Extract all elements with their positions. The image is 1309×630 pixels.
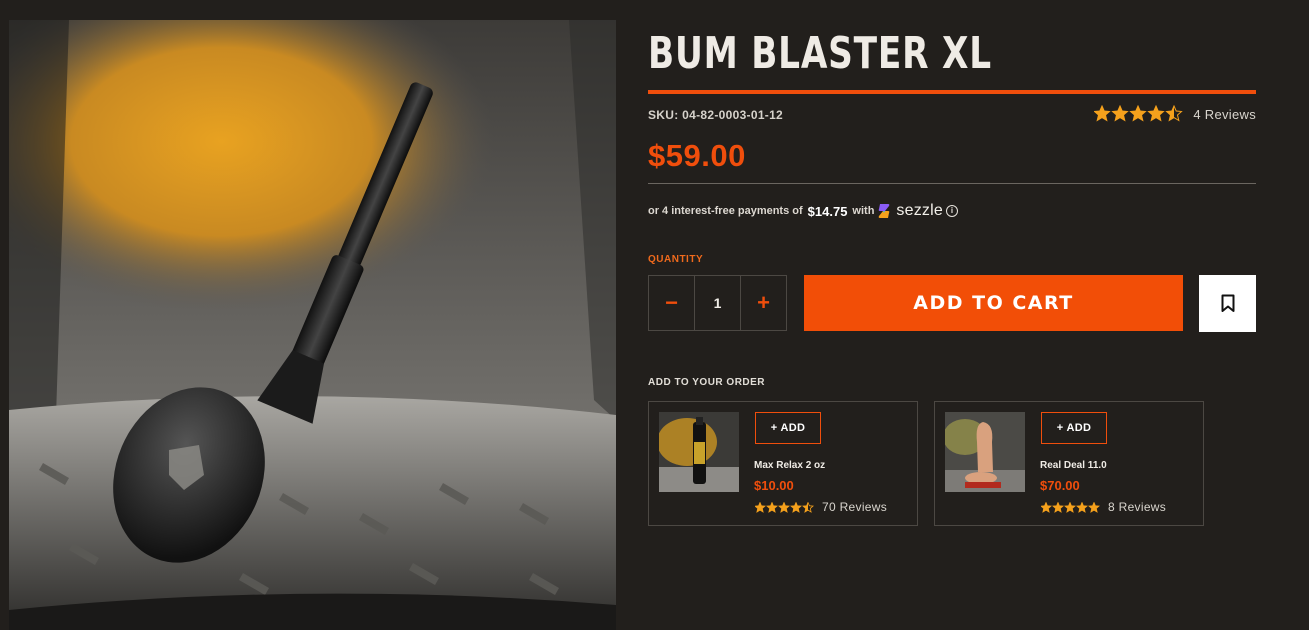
addon-card: + ADD Real Deal 11.0 $70.00 8 Reviews (934, 401, 1204, 526)
product-info: BUM BLASTER XL SKU: 04-82-0003-01-12 4 R… (648, 0, 1258, 630)
addon-product-image (945, 412, 1025, 492)
title-divider (648, 90, 1256, 94)
wishlist-button[interactable] (1199, 275, 1256, 332)
product-image[interactable] (9, 20, 616, 630)
add-to-cart-button[interactable]: ADD TO CART (804, 275, 1183, 331)
quantity-stepper: − 1 + (648, 275, 787, 331)
quantity-increase-button[interactable]: + (741, 276, 786, 330)
quantity-input[interactable]: 1 (694, 276, 741, 330)
addon-thumbnail[interactable] (945, 412, 1025, 492)
addon-add-button[interactable]: + ADD (1041, 412, 1107, 444)
sezzle-brand: sezzle (896, 202, 943, 219)
addon-card: + ADD Max Relax 2 oz $10.00 70 Reviews (648, 401, 918, 526)
addon-add-button[interactable]: + ADD (755, 412, 821, 444)
sezzle-prefix: or 4 interest-free payments of (648, 205, 803, 217)
sezzle-with: with (852, 205, 875, 217)
addon-rating[interactable]: 8 Reviews (1041, 500, 1166, 514)
addon-review-count[interactable]: 70 Reviews (822, 500, 887, 514)
product-sku: SKU: 04-82-0003-01-12 (648, 108, 784, 122)
bookmark-icon (1221, 294, 1234, 312)
info-icon[interactable]: i (945, 205, 958, 217)
product-rating[interactable]: 4 Reviews (1094, 105, 1256, 123)
quantity-decrease-button[interactable]: − (649, 276, 694, 330)
sezzle-amount: $14.75 (807, 203, 848, 219)
review-count[interactable]: 4 Reviews (1193, 107, 1256, 122)
star-icon (1041, 501, 1100, 513)
addon-name[interactable]: Real Deal 11.0 (1040, 460, 1107, 471)
add-to-order-label: ADD TO YOUR ORDER (648, 377, 766, 388)
product-title: BUM BLASTER XL (648, 28, 992, 79)
addon-thumbnail[interactable] (659, 412, 739, 492)
price-divider (648, 183, 1256, 184)
addon-product-image (659, 412, 739, 492)
addon-price: $10.00 (754, 478, 794, 493)
product-photo (9, 20, 616, 630)
star-icon (1094, 105, 1184, 122)
sezzle-logo-icon (879, 204, 890, 218)
addon-review-count[interactable]: 8 Reviews (1108, 500, 1166, 514)
addon-rating[interactable]: 70 Reviews (755, 500, 887, 514)
star-icon (755, 501, 814, 513)
addon-name[interactable]: Max Relax 2 oz (754, 460, 825, 471)
quantity-label: QUANTITY (648, 254, 704, 265)
sezzle-installments[interactable]: or 4 interest-free payments of $14.75 wi… (648, 202, 958, 220)
product-price: $59.00 (648, 138, 746, 173)
addon-price: $70.00 (1040, 478, 1080, 493)
rating-stars (1094, 105, 1184, 123)
